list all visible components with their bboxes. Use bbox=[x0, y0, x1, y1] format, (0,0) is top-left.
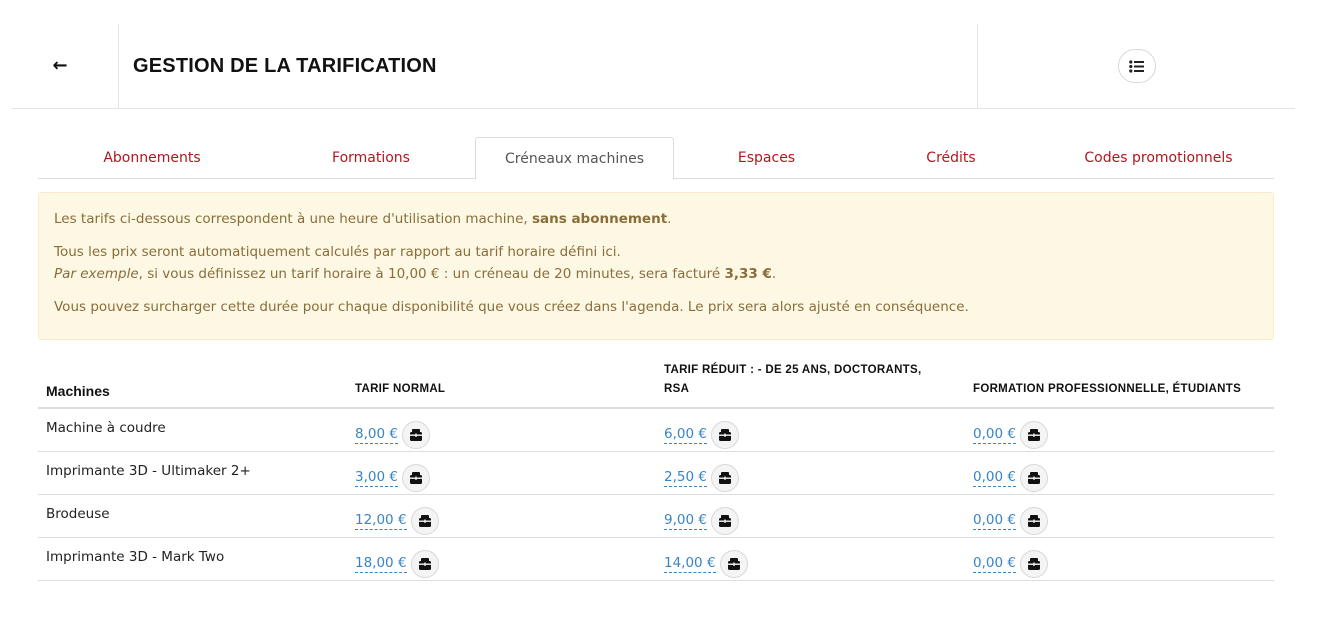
table-row: Machine à coudre 8,00 € 6,00 € 0,00 € bbox=[38, 409, 1274, 452]
price-reduced-cell: 9,00 € bbox=[664, 507, 739, 535]
wallet-icon[interactable] bbox=[710, 421, 739, 449]
back-cell: ← bbox=[12, 24, 119, 108]
machine-name: Imprimante 3D - Ultimaker 2+ bbox=[46, 463, 251, 479]
machine-name: Machine à coudre bbox=[46, 420, 166, 436]
alert-line-1: Les tarifs ci-dessous correspondent à un… bbox=[54, 208, 1258, 230]
price-normal-value[interactable]: 12,00 € bbox=[355, 512, 407, 530]
price-normal-cell: 18,00 € bbox=[355, 550, 439, 578]
table-row: Imprimante 3D - Mark Two 18,00 € 14,00 € 0,… bbox=[38, 538, 1274, 581]
tab-formations[interactable]: Formations bbox=[266, 137, 476, 179]
tab-bar: Abonnements Formations Créneaux machines… bbox=[38, 137, 1274, 180]
price-professional-cell: 0,00 € bbox=[973, 550, 1048, 578]
price-reduced-cell: 14,00 € bbox=[664, 550, 748, 578]
alert-text: , si vous définissez un tarif horaire à … bbox=[138, 266, 725, 282]
alert-italic: Par exemple bbox=[54, 266, 139, 282]
machine-name: Brodeuse bbox=[46, 506, 110, 522]
price-normal-value[interactable]: 8,00 € bbox=[355, 426, 398, 444]
wallet-icon[interactable] bbox=[710, 464, 739, 492]
menu-button[interactable] bbox=[1117, 49, 1156, 83]
table-header: Machines TARIF NORMAL TARIF RÉDUIT : - D… bbox=[38, 356, 1274, 409]
machine-name: Imprimante 3D - Mark Two bbox=[46, 549, 225, 565]
list-icon bbox=[1129, 59, 1144, 73]
wallet-icon[interactable] bbox=[719, 550, 748, 578]
alert-line-2: Tous les prix seront automatiquement cal… bbox=[54, 241, 1258, 285]
page-title: GESTION DE LA TARIFICATION bbox=[133, 54, 437, 77]
wallet-icon[interactable] bbox=[410, 550, 439, 578]
price-normal-cell: 3,00 € bbox=[355, 464, 430, 492]
table-body: Machine à coudre 8,00 €6,00 €0,00 € Imprim… bbox=[38, 409, 1274, 581]
arrow-left-icon[interactable]: ← bbox=[52, 57, 77, 75]
wallet-icon[interactable] bbox=[401, 464, 430, 492]
alert-line-4: Vous pouvez surcharger cette durée pour … bbox=[54, 296, 1258, 318]
col-tarif-reduit: TARIF RÉDUIT : - DE 25 ANS, DOCTORANTS, … bbox=[664, 361, 921, 399]
alert-text: . bbox=[771, 266, 777, 282]
table-row: Brodeuse 12,00 € 9,00 € 0,00 € bbox=[38, 495, 1274, 538]
alert-text: Tous les prix seront automatiquement cal… bbox=[54, 244, 621, 260]
wallet-icon[interactable] bbox=[1019, 507, 1048, 535]
tab-credits[interactable]: Crédits bbox=[859, 137, 1043, 179]
title-cell: GESTION DE LA TARIFICATION bbox=[119, 24, 978, 108]
tab-abonnements[interactable]: Abonnements bbox=[38, 137, 266, 179]
price-professional-cell: 0,00 € bbox=[973, 464, 1048, 492]
menu-cell bbox=[978, 24, 1295, 108]
alert-text: Vous pouvez surcharger cette durée pour … bbox=[54, 299, 969, 315]
alert-text: . bbox=[667, 211, 672, 227]
alert-bold: sans abonnement bbox=[531, 211, 668, 227]
wallet-icon[interactable] bbox=[401, 421, 430, 449]
wallet-icon[interactable] bbox=[1019, 421, 1048, 449]
price-reduced-cell: 6,00 € bbox=[664, 421, 739, 449]
price-normal-cell: 12,00 € bbox=[355, 507, 439, 535]
page-header: ← GESTION DE LA TARIFICATION bbox=[12, 24, 1295, 109]
price-professional-cell: 0,00 € bbox=[973, 507, 1048, 535]
col-formation-pro: FORMATION PROFESSIONNELLE, ÉTUDIANTS bbox=[973, 383, 1242, 395]
alert-bold: 3,33 € bbox=[724, 266, 772, 282]
info-alert: Les tarifs ci-dessous correspondent à un… bbox=[38, 192, 1274, 340]
wallet-icon[interactable] bbox=[1019, 464, 1048, 492]
price-reduced-value[interactable]: 14,00 € bbox=[664, 555, 716, 573]
price-normal-value[interactable]: 3,00 € bbox=[355, 469, 398, 487]
wallet-icon[interactable] bbox=[410, 507, 439, 535]
tab-creneaux-machines[interactable]: Créneaux machines bbox=[475, 137, 674, 180]
col-tarif-normal: TARIF NORMAL bbox=[355, 383, 446, 395]
pricing-table: Machines TARIF NORMAL TARIF RÉDUIT : - D… bbox=[38, 356, 1274, 581]
price-professional-cell: 0,00 € bbox=[973, 421, 1048, 449]
price-reduced-value[interactable]: 6,00 € bbox=[664, 426, 707, 444]
price-normal-value[interactable]: 18,00 € bbox=[355, 555, 407, 573]
price-professional-value[interactable]: 0,00 € bbox=[973, 426, 1016, 444]
table-row: Imprimante 3D - Ultimaker 2+ 3,00 € 2,50 €… bbox=[38, 452, 1274, 495]
price-reduced-cell: 2,50 € bbox=[664, 464, 739, 492]
col-machines: Machines bbox=[46, 383, 110, 399]
alert-text: Les tarifs ci-dessous correspondent à un… bbox=[54, 211, 532, 227]
price-professional-value[interactable]: 0,00 € bbox=[973, 512, 1016, 530]
price-reduced-value[interactable]: 2,50 € bbox=[664, 469, 707, 487]
price-normal-cell: 8,00 € bbox=[355, 421, 430, 449]
price-reduced-value[interactable]: 9,00 € bbox=[664, 512, 707, 530]
wallet-icon[interactable] bbox=[1019, 550, 1048, 578]
col-tarif-reduit-line1: TARIF RÉDUIT : - DE 25 ANS, DOCTORANTS, bbox=[664, 364, 922, 376]
wallet-icon[interactable] bbox=[710, 507, 739, 535]
tab-codes-promotionnels[interactable]: Codes promotionnels bbox=[1043, 137, 1274, 179]
col-tarif-reduit-line2: RSA bbox=[664, 383, 690, 395]
price-professional-value[interactable]: 0,00 € bbox=[973, 555, 1016, 573]
price-professional-value[interactable]: 0,00 € bbox=[973, 469, 1016, 487]
tab-espaces[interactable]: Espaces bbox=[674, 137, 859, 179]
